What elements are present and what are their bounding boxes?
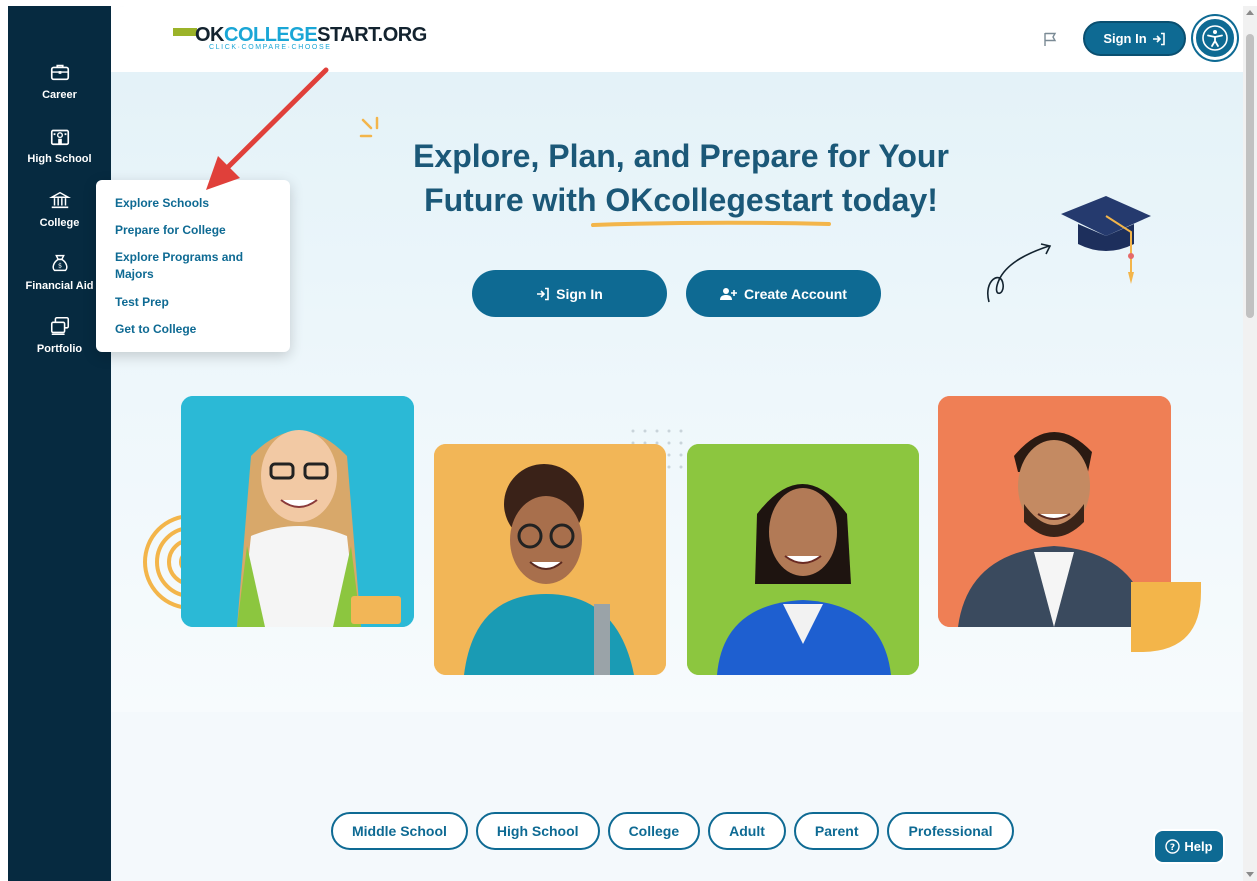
sign-in-icon [1152, 32, 1165, 45]
portfolio-icon [50, 316, 69, 335]
tab-college[interactable]: College [607, 812, 701, 850]
menu-item-explore-programs[interactable]: Explore Programs and Majors [115, 249, 265, 283]
scroll-down-arrow-icon[interactable] [1246, 872, 1254, 877]
logo-tagline: CLICK·COMPARE·CHOOSE [209, 44, 332, 51]
menu-item-prepare-for-college[interactable]: Prepare for College [115, 222, 280, 239]
create-account-label: Create Account [744, 285, 847, 302]
add-user-icon [720, 287, 738, 300]
header-sign-in-button[interactable]: Sign In [1083, 21, 1186, 56]
school-building-icon [50, 129, 69, 146]
menu-item-test-prep[interactable]: Test Prep [115, 294, 280, 311]
headline-underline [591, 220, 831, 227]
sidebar-item-label: High School [27, 153, 92, 165]
header-sign-in-label: Sign In [1103, 31, 1147, 46]
tab-professional[interactable]: Professional [887, 812, 1014, 850]
tab-adult[interactable]: Adult [708, 812, 786, 850]
svg-text:$: $ [57, 262, 61, 270]
money-bag-icon: $ [52, 254, 67, 272]
hero-headline: Explore, Plan, and Prepare for Your Futu… [291, 134, 1071, 222]
accessibility-button[interactable] [1193, 16, 1237, 60]
create-account-button[interactable]: Create Account [686, 270, 881, 317]
tab-parent[interactable]: Parent [793, 812, 880, 850]
scroll-up-arrow-icon[interactable] [1246, 10, 1254, 15]
menu-item-get-to-college[interactable]: Get to College [115, 321, 280, 338]
help-icon: ? [1165, 839, 1181, 854]
logo-oklahoma-shape [173, 28, 197, 36]
hero-section: Explore, Plan, and Prepare for Your Futu… [111, 72, 1243, 712]
sidebar-nav: Career High School College $ Financial A… [8, 6, 111, 881]
student-illustration [181, 396, 414, 627]
headline-line-2: Future with OKcollegestart today! [424, 182, 938, 218]
bank-building-icon [48, 191, 71, 209]
college-dropdown-menu: Explore Schools Prepare for College Expl… [96, 180, 290, 352]
scrollbar-thumb[interactable] [1246, 34, 1254, 318]
hero-sign-in-button[interactable]: Sign In [472, 270, 667, 317]
left-edge [0, 0, 8, 881]
headline-line-1: Explore, Plan, and Prepare for Your [413, 138, 949, 174]
yellow-shape-decoration [1131, 582, 1201, 652]
squiggle-arrow-decoration [987, 243, 1052, 303]
main-content: OKCOLLEGESTART.ORG CLICK·COMPARE·CHOOSE … [111, 6, 1243, 881]
flag-icon[interactable] [1042, 31, 1058, 47]
help-label: Help [1184, 839, 1213, 854]
page-scrollbar[interactable] [1243, 6, 1257, 881]
student-photo-boy [434, 444, 666, 675]
student-photo-girl [181, 396, 414, 627]
tab-middle-school[interactable]: Middle School [331, 812, 468, 850]
adult-illustration [687, 444, 919, 675]
svg-text:?: ? [1170, 843, 1175, 853]
sidebar-item-label: Career [42, 89, 77, 101]
adult-photo-woman [687, 444, 919, 675]
graduation-cap-icon [1061, 196, 1151, 284]
accessibility-icon [1202, 25, 1228, 51]
top-header: OKCOLLEGESTART.ORG CLICK·COMPARE·CHOOSE … [111, 6, 1243, 72]
page: Career High School College $ Financial A… [0, 0, 1257, 881]
sidebar-item-high-school[interactable]: High School [8, 125, 111, 165]
menu-item-explore-schools[interactable]: Explore Schools [115, 195, 280, 212]
student-illustration [434, 444, 666, 675]
site-logo[interactable]: OKCOLLEGESTART.ORG CLICK·COMPARE·CHOOSE [173, 24, 427, 54]
tab-high-school[interactable]: High School [475, 812, 600, 850]
audience-tabs: Middle School High School College Adult … [331, 812, 1014, 850]
briefcase-icon [50, 64, 69, 81]
hero-sign-in-label: Sign In [556, 285, 603, 302]
sidebar-item-career[interactable]: Career [8, 61, 111, 101]
help-button[interactable]: ? Help [1155, 831, 1223, 862]
sign-in-icon [537, 287, 549, 300]
